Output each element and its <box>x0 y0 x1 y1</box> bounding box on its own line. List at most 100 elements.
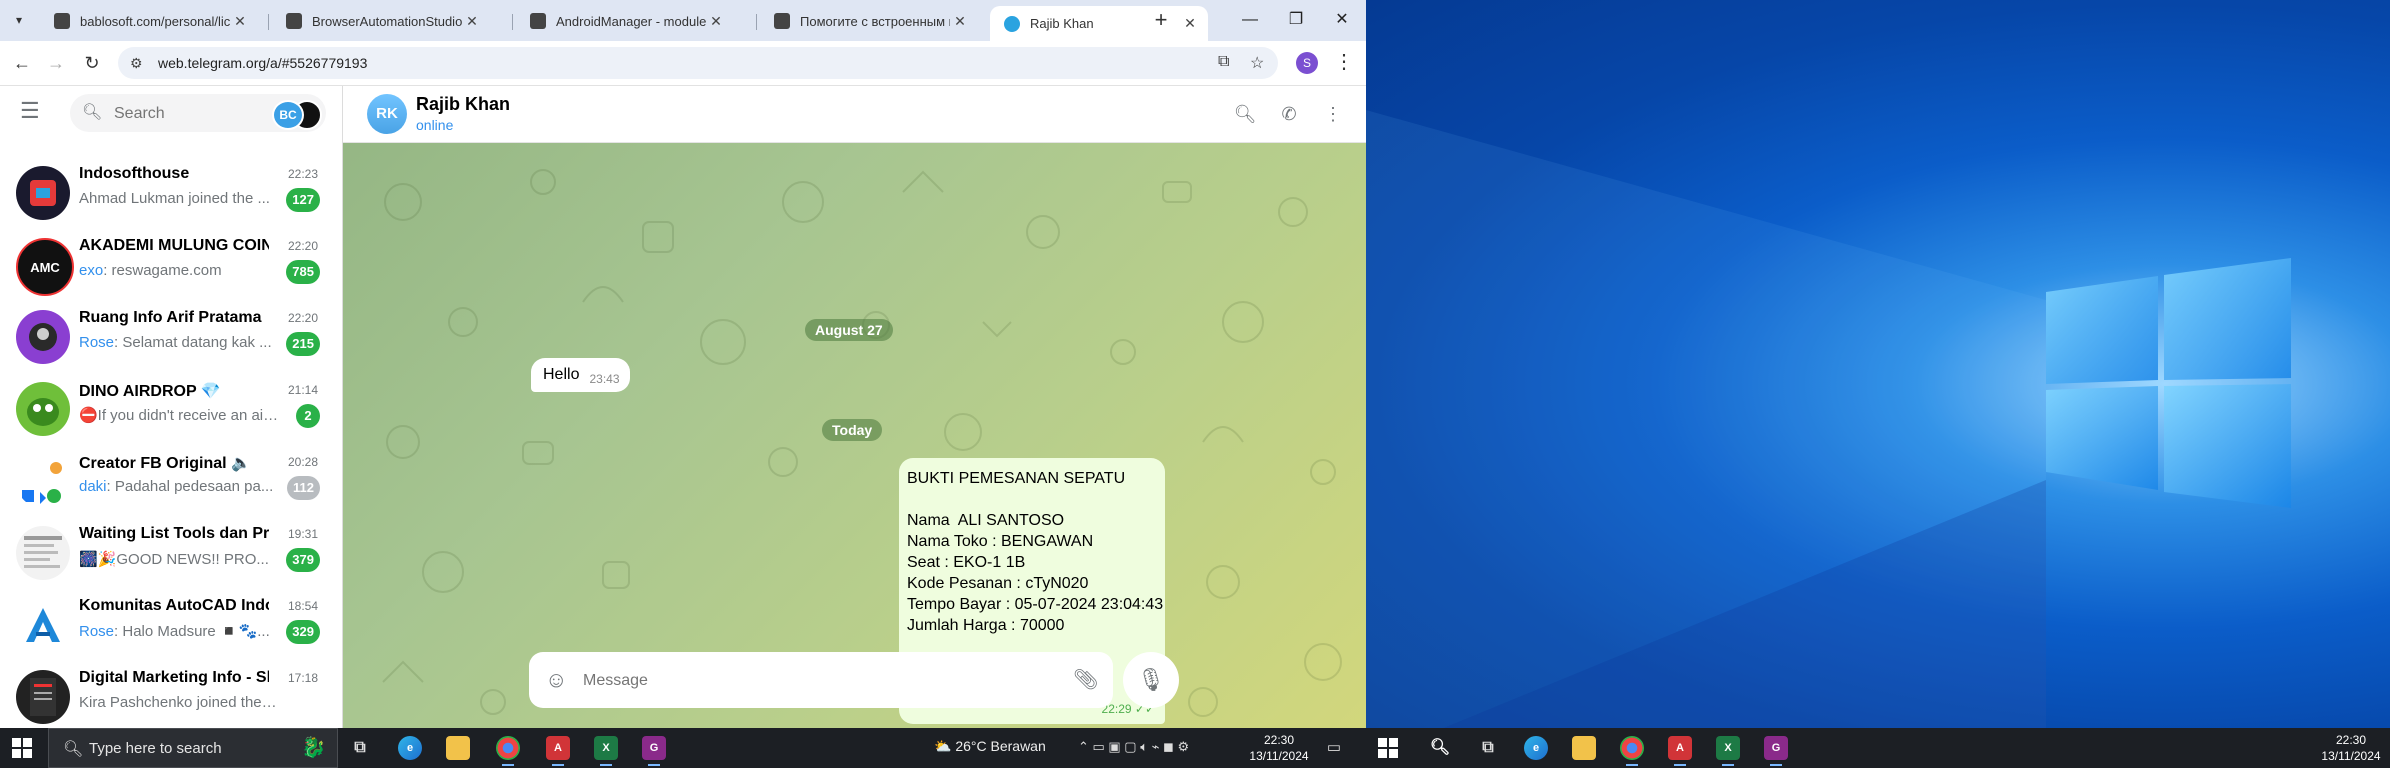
profile-avatar[interactable]: S <box>1296 52 1318 74</box>
chat-avatar: AMC <box>16 238 74 296</box>
date-separator: Today <box>822 419 883 441</box>
chrome-icon[interactable] <box>496 736 520 766</box>
chat-avatar <box>16 454 70 508</box>
excel-icon[interactable]: X <box>1716 736 1740 766</box>
unread-badge: 379 <box>286 548 320 572</box>
close-tab-icon[interactable]: ✕ <box>950 13 970 30</box>
peer-status: online <box>416 117 454 133</box>
attach-icon[interactable]: 📎︎ <box>1073 667 1098 692</box>
peer-name[interactable]: Rajib Khan <box>416 94 510 115</box>
minimize-button[interactable]: — <box>1230 8 1270 32</box>
restore-button[interactable]: ❐ <box>1276 8 1316 32</box>
file-explorer-icon[interactable] <box>446 736 470 760</box>
system-tray-icons[interactable]: ⌃ ▭ ▣ ▢ 🔈︎ ⌁ ◼ ⚙ <box>1078 739 1189 755</box>
message-composer: ☺ 📎︎ <box>529 652 1113 708</box>
telegram-favicon-icon <box>1004 15 1020 32</box>
unread-badge: 2 <box>296 404 320 428</box>
address-bar[interactable]: ⚙ web.telegram.org/a/#5526779193 ⧉ ☆ <box>118 47 1278 79</box>
search-highlight-icon: 🐉 <box>301 737 326 759</box>
weather-widget[interactable]: ⛅ 26°C Berawan <box>934 738 1046 755</box>
taskbar-left: 🔍︎ Type here to search 🐉 ⧉ e A X G ⛅ 26°… <box>0 728 1366 768</box>
excel-icon[interactable]: X <box>594 736 618 766</box>
close-window-button[interactable]: ✕ <box>1322 8 1362 32</box>
unread-badge: 215 <box>286 332 320 356</box>
app-a-icon[interactable]: A <box>546 736 570 766</box>
account-avatar[interactable]: BC <box>272 100 304 130</box>
chat-list-sidebar: ☰ 🔍︎ BC Indosofthouse 22:23 Ahmad Lukman… <box>0 86 343 728</box>
close-tab-icon[interactable]: ✕ <box>706 13 726 30</box>
sidebar-header: ☰ 🔍︎ BC <box>0 86 342 140</box>
chat-avatar <box>16 598 70 652</box>
task-view-icon[interactable]: ⧉ <box>348 736 372 760</box>
app-a-icon[interactable]: A <box>1668 736 1692 766</box>
forward-button[interactable]: → <box>44 51 68 75</box>
close-tab-icon[interactable]: ✕ <box>1180 15 1200 32</box>
voice-record-button[interactable]: 🎙︎ <box>1123 652 1179 708</box>
microphone-icon: 🎙︎ <box>1137 667 1165 692</box>
edge-icon[interactable]: e <box>1524 736 1548 760</box>
search-box[interactable]: 🔍︎ BC <box>70 94 326 132</box>
windows-wallpaper-logo <box>1366 110 2291 728</box>
back-button[interactable]: ← <box>10 51 34 75</box>
task-view-icon[interactable]: ⧉ <box>1476 736 1500 760</box>
date-separator: August 27 <box>805 319 893 341</box>
taskbar-right: 🔍︎ ⧉ e A X G 22:30 13/11/2024 <box>1366 728 2390 768</box>
chat-avatar <box>16 166 70 220</box>
chat-item-ruang-info-arif-pratama[interactable]: Ruang Info Arif Pratama 22:20 Rose: Sela… <box>0 298 342 370</box>
tab-bablosoft[interactable]: bablosoft.com/personal/lice ✕ <box>40 6 258 36</box>
url-text[interactable]: web.telegram.org/a/#5526779193 <box>158 55 367 71</box>
close-tab-icon[interactable]: ✕ <box>462 13 482 30</box>
file-explorer-icon[interactable] <box>1572 736 1596 760</box>
chat-item-dino-airdrop[interactable]: DINO AIRDROP 💎 21:14 ⛔If you didn't rece… <box>0 370 342 442</box>
unread-badge: 785 <box>286 260 320 284</box>
site-info-icon[interactable]: ⚙ <box>130 55 143 72</box>
incoming-message[interactable]: Hello 23:43 <box>531 358 630 392</box>
tab-search-dropdown-icon[interactable]: ▾ <box>8 9 30 31</box>
chat-item-akademi-mulung-coin[interactable]: AMC AKADEMI MULUNG COIN 22:20 exo: reswa… <box>0 226 342 298</box>
windows-start-icon[interactable] <box>12 738 32 758</box>
edge-icon[interactable]: e <box>398 736 422 760</box>
search-input[interactable] <box>112 102 236 126</box>
chat-item-digital-marketing-info[interactable]: Digital Marketing Info - Sh... 17:18 Kir… <box>0 658 342 728</box>
tab-rajib-khan[interactable]: Rajib Khan ✕ <box>990 6 1208 41</box>
chat-item-komunitas-autocad[interactable]: Komunitas AutoCAD Indo... 18:54 Rose: Ha… <box>0 586 342 658</box>
search-icon[interactable]: 🔍︎ <box>1428 736 1452 760</box>
browser-menu-icon[interactable]: ⋮ <box>1334 49 1354 74</box>
tab-pomogite[interactable]: Помогите с встроенным п ✕ <box>760 6 978 36</box>
unread-badge: 127 <box>286 188 320 212</box>
reload-button[interactable]: ↻ <box>80 51 104 75</box>
taskbar-clock[interactable]: 22:30 13/11/2024 <box>2316 732 2386 764</box>
message-time: 23:43 <box>589 372 620 386</box>
unread-badge: 112 <box>287 476 320 500</box>
taskbar-clock[interactable]: 22:30 13/11/2024 <box>1244 732 1314 764</box>
search-messages-icon[interactable]: 🔍︎ <box>1233 102 1257 126</box>
chat-item-waiting-list-tools[interactable]: Waiting List Tools dan Pro... 19:31 🎆🎉GO… <box>0 514 342 586</box>
chat-item-creator-fb-original[interactable]: Creator FB Original 🔈 20:28 daki: Padaha… <box>0 442 342 514</box>
chat-item-indosofthouse[interactable]: Indosofthouse 22:23 Ahmad Lukman joined … <box>0 154 342 226</box>
close-tab-icon[interactable]: ✕ <box>230 13 250 30</box>
site-favicon-icon <box>530 13 546 29</box>
app-g-icon[interactable]: G <box>1764 736 1788 766</box>
site-favicon-icon <box>54 13 70 29</box>
site-favicon-icon <box>286 13 302 29</box>
chat-avatar <box>16 670 70 724</box>
new-tab-button[interactable]: + <box>1148 8 1174 34</box>
call-icon[interactable]: ✆ <box>1277 102 1301 126</box>
app-g-icon[interactable]: G <box>642 736 666 766</box>
hamburger-menu-icon[interactable]: ☰ <box>20 100 42 122</box>
install-app-icon[interactable]: ⧉ <box>1218 53 1229 71</box>
chat-avatar <box>16 526 70 580</box>
chat-avatar <box>16 382 70 436</box>
chat-avatar <box>16 310 70 364</box>
message-input[interactable] <box>581 669 1025 693</box>
windows-start-icon[interactable] <box>1378 738 1398 758</box>
tab-browserautomationstudio[interactable]: BrowserAutomationStudio | ✕ <box>272 6 490 36</box>
peer-avatar[interactable]: RK <box>367 94 407 134</box>
taskbar-search-box[interactable]: 🔍︎ Type here to search 🐉 <box>48 728 338 768</box>
tab-androidmanager[interactable]: AndroidManager - module f ✕ <box>516 6 734 36</box>
notification-icon[interactable]: ▭ <box>1324 738 1344 758</box>
emoji-icon[interactable]: ☺ <box>545 667 567 693</box>
more-options-icon[interactable]: ⋮ <box>1321 102 1345 126</box>
chrome-icon[interactable] <box>1620 736 1644 766</box>
bookmark-star-icon[interactable]: ☆ <box>1250 53 1264 73</box>
